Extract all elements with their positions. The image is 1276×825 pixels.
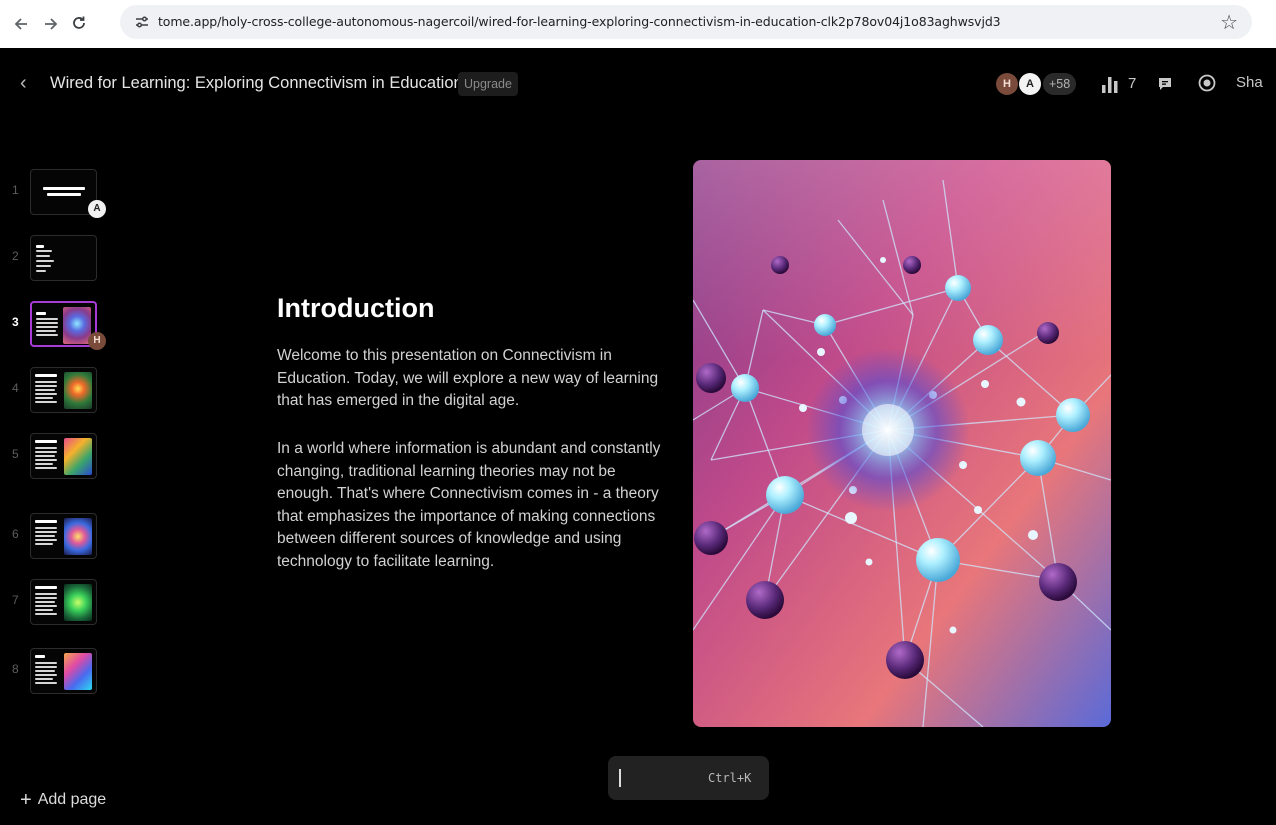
add-page-label: Add page [37,791,107,808]
text-cursor [619,769,621,787]
page-thumbnail[interactable]: 4 [0,367,110,415]
keyboard-shortcut-hint: Ctrl+K [708,771,752,785]
url-text[interactable]: tome.app/holy-cross-college-autonomous-n… [158,14,1001,29]
network-illustration[interactable] [693,160,1111,727]
avatar: A [88,200,106,218]
thumbnail-preview[interactable] [30,367,97,413]
command-input[interactable]: Ctrl+K [608,756,769,800]
site-settings-icon[interactable] [134,14,150,30]
chevron-left-icon[interactable]: ‹ [20,72,27,95]
page-thumbnail[interactable]: 7 [0,579,110,627]
page-thumbnail[interactable]: 3 H [0,301,110,350]
slide-paragraph[interactable]: In a world where information is abundant… [277,438,672,573]
thumbnail-preview[interactable] [30,169,97,215]
page-thumbnail[interactable]: 2 [0,235,110,283]
plus-icon: + [20,789,32,811]
record-icon[interactable] [1198,74,1216,97]
comment-icon[interactable] [1157,76,1173,97]
analytics-icon[interactable] [1101,75,1121,98]
page-thumbnail[interactable]: 6 [0,513,110,561]
thumbnail-preview[interactable] [30,513,97,559]
page-thumbnail[interactable]: 5 [0,433,110,481]
address-bar[interactable]: tome.app/holy-cross-college-autonomous-n… [120,5,1252,39]
star-icon[interactable]: ☆ [1220,10,1238,35]
page-number: 3 [12,315,19,329]
app-header: ‹ Wired for Learning: Exploring Connecti… [0,60,1276,108]
page-thumbnail[interactable]: 8 [0,648,110,696]
upgrade-button[interactable]: Upgrade [458,72,518,96]
thumbnail-preview[interactable] [30,648,97,694]
page-number: 8 [12,662,19,676]
avatar: H [88,332,106,350]
slide-title[interactable]: Introduction [277,293,434,324]
page-thumbnail[interactable]: 1 A [0,169,110,218]
viewer-count-badge[interactable]: +58 [1043,73,1077,95]
avatar[interactable]: H [996,73,1018,95]
document-title[interactable]: Wired for Learning: Exploring Connectivi… [50,74,463,93]
avatar[interactable]: A [1019,73,1041,95]
thumbnail-preview[interactable] [30,433,97,479]
page-number: 2 [12,249,19,263]
arrow-right-icon[interactable] [38,11,64,37]
page-number: 4 [12,381,19,395]
page-number: 5 [12,447,19,461]
share-button[interactable]: Sha [1236,74,1263,91]
thumbnail-preview[interactable] [30,579,97,625]
thumbnail-preview[interactable] [30,235,97,281]
reload-icon[interactable] [66,10,92,36]
arrow-left-icon[interactable] [8,11,34,37]
page-number: 6 [12,527,19,541]
thumbnail-preview[interactable] [30,301,97,347]
browser-toolbar: tome.app/holy-cross-college-autonomous-n… [0,0,1276,48]
add-page-button[interactable]: + Add page [20,789,106,812]
page-number: 1 [12,183,19,197]
slide-paragraph[interactable]: Welcome to this presentation on Connecti… [277,345,672,413]
page-number: 7 [12,593,19,607]
analytics-count: 7 [1128,75,1137,92]
